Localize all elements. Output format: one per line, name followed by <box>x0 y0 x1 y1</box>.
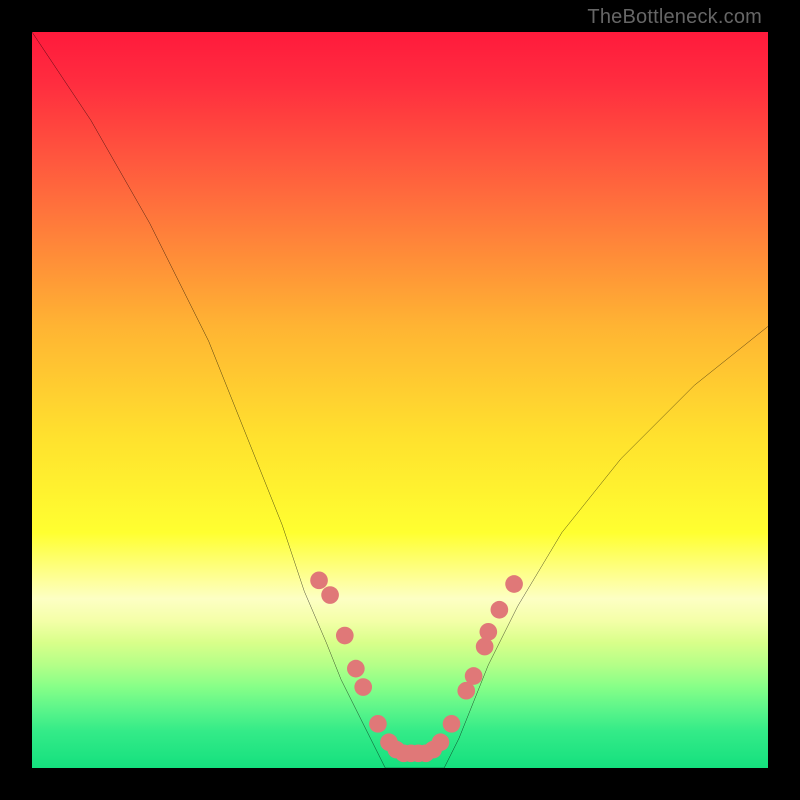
marker-point <box>491 601 509 619</box>
marker-point <box>476 638 494 656</box>
marker-point <box>347 660 365 678</box>
marker-point <box>443 715 461 733</box>
chart-svg <box>32 32 768 768</box>
line-series-group <box>32 32 768 768</box>
marker-point <box>369 715 387 733</box>
plot-area <box>32 32 768 768</box>
marker-point <box>354 678 372 696</box>
marker-point <box>310 571 328 589</box>
marker-point <box>321 586 339 604</box>
series-left-curve <box>32 32 385 768</box>
series-right-curve <box>444 326 768 768</box>
marker-point <box>465 667 483 685</box>
watermark-text: TheBottleneck.com <box>587 6 762 29</box>
chart-frame: TheBottleneck.com <box>0 0 800 800</box>
marker-point <box>479 623 497 641</box>
marker-point <box>432 733 450 751</box>
marker-point <box>505 575 523 593</box>
marker-point <box>336 627 354 645</box>
marker-points-group <box>310 571 523 762</box>
